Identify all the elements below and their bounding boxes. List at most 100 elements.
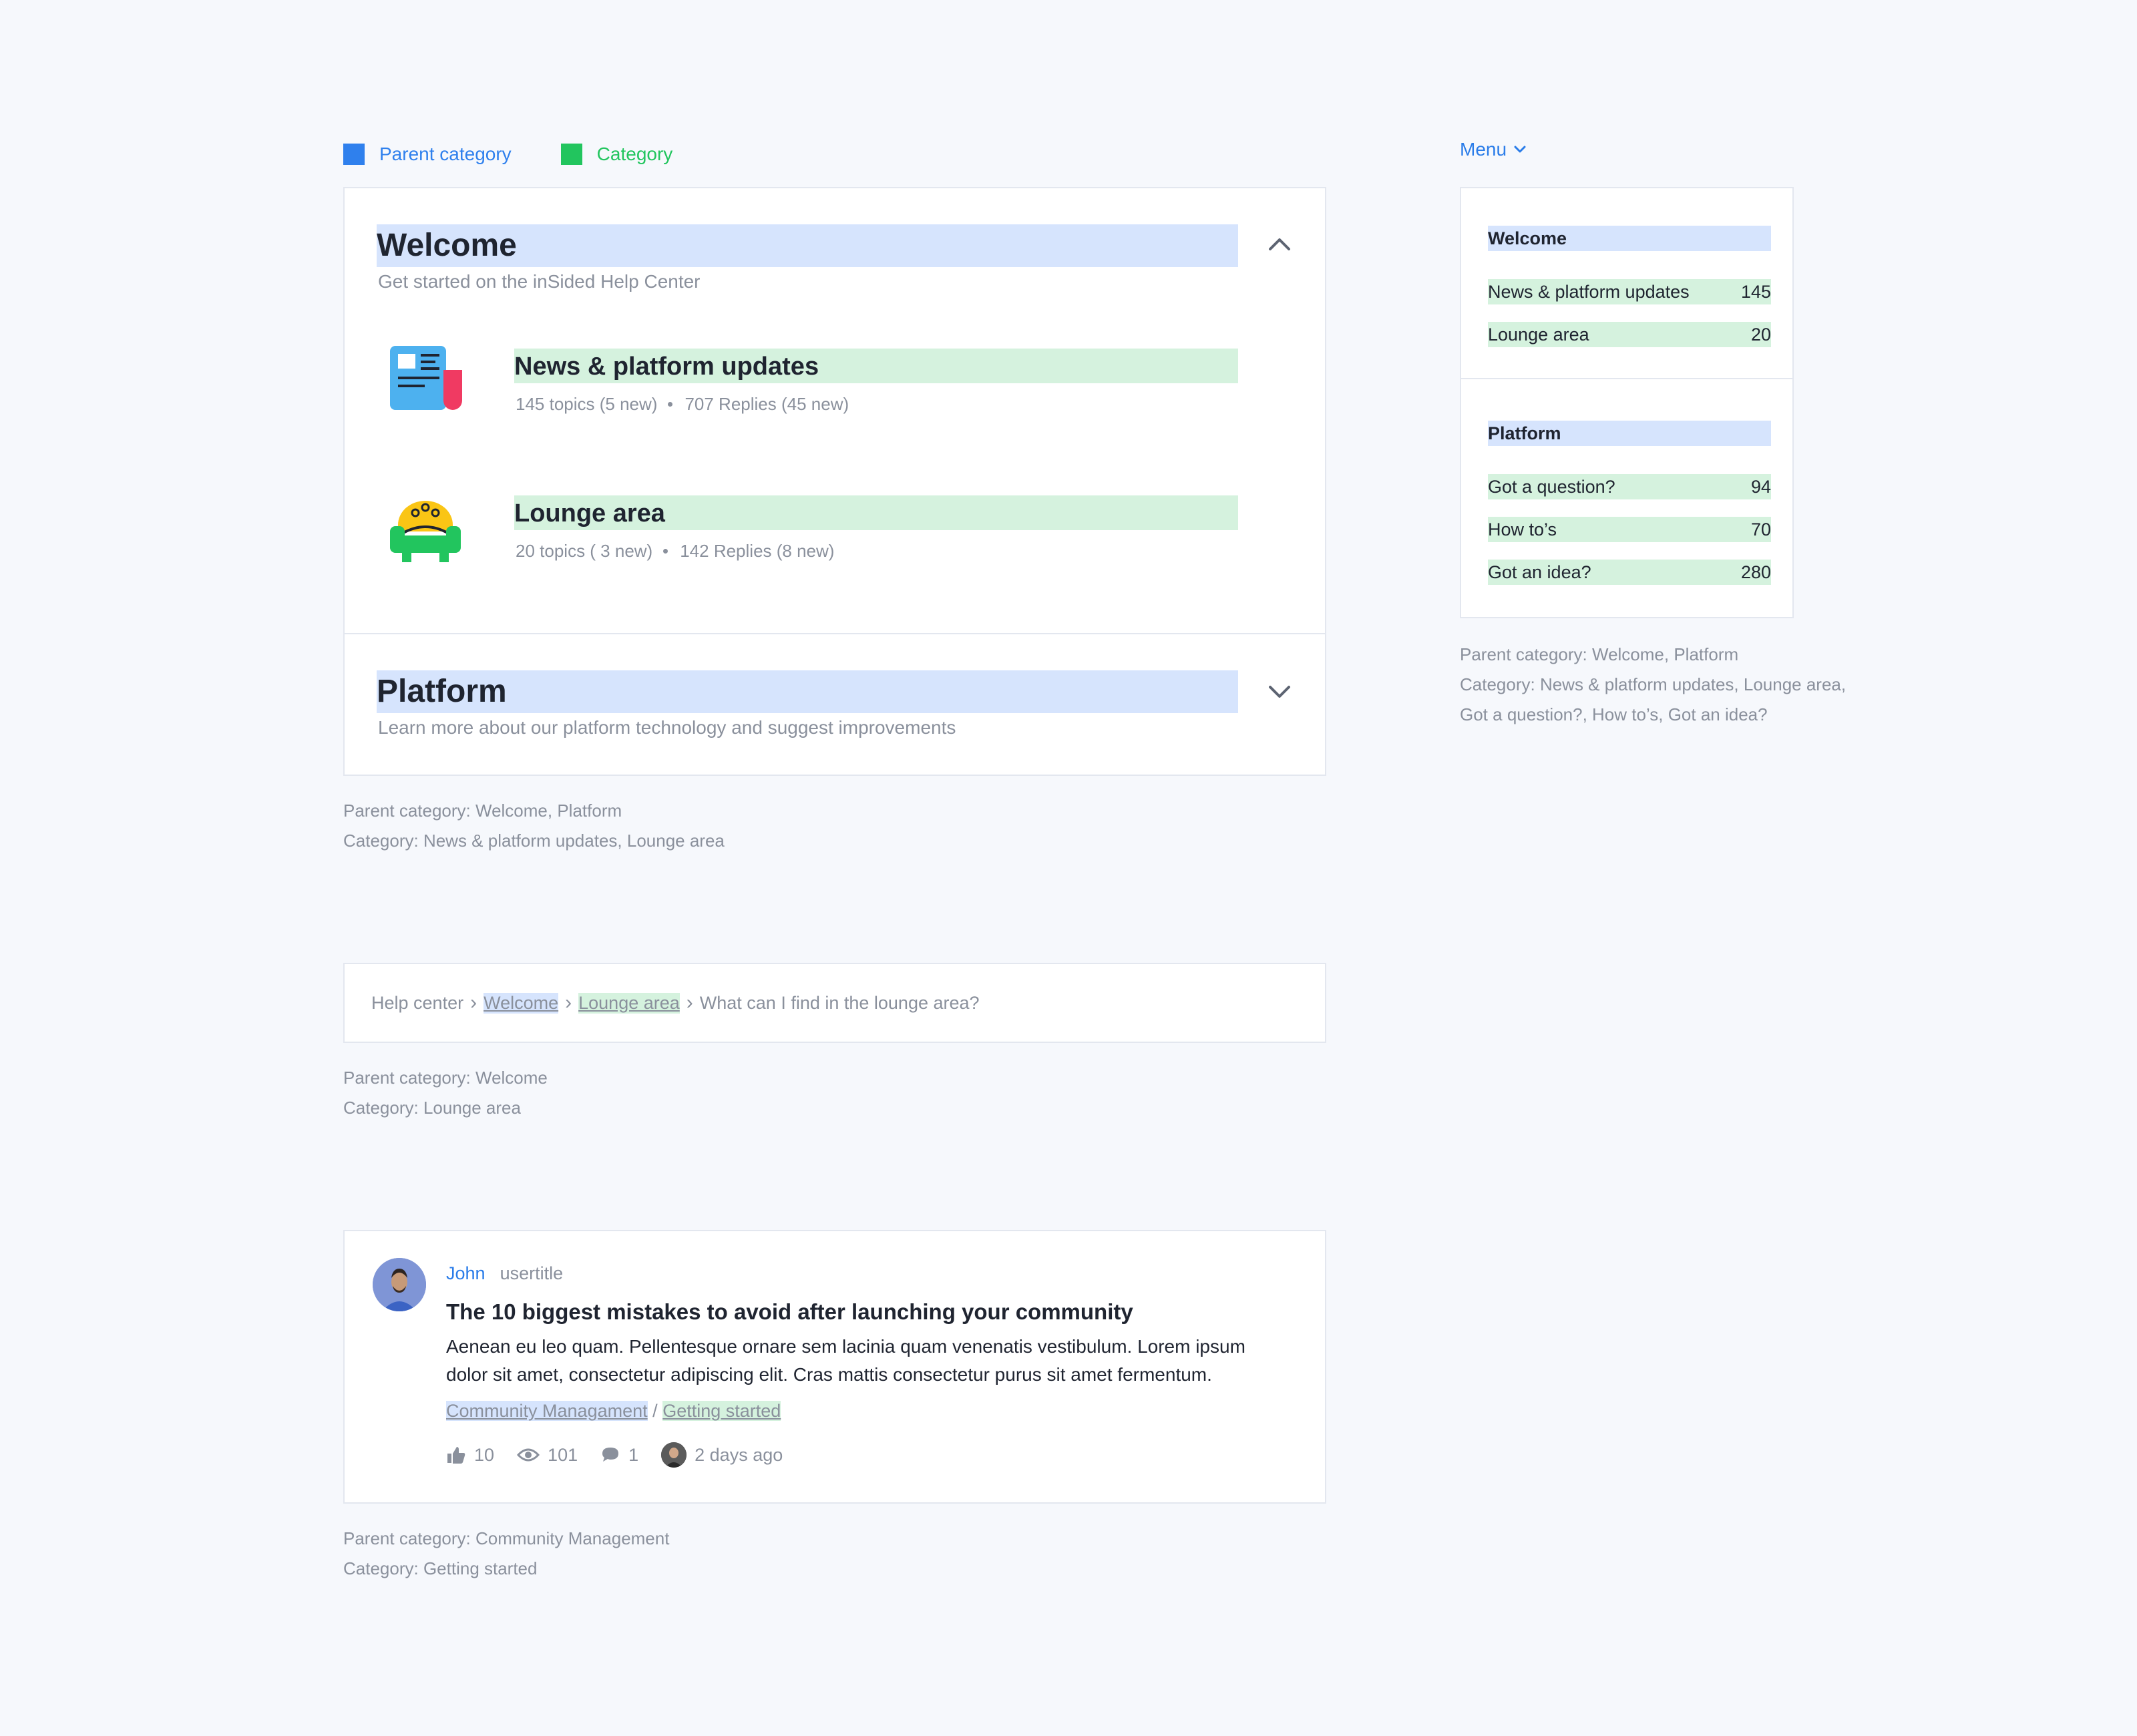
- parent-description-platform: Learn more about our platform technology…: [378, 717, 956, 738]
- parent-category-tag[interactable]: Community Managament: [446, 1401, 648, 1421]
- breadcrumb-notes: Parent category: Welcome Category: Loung…: [343, 1063, 548, 1123]
- category-meta-lounge: 20 topics ( 3 new) 142 Replies (8 new): [516, 541, 834, 562]
- category-meta-news: 145 topics (5 new) 707 Replies (45 new): [516, 394, 849, 415]
- comments-count: 1: [628, 1444, 639, 1465]
- breadcrumb-note-category: Category: Lounge area: [343, 1098, 521, 1118]
- legend-category: Category: [560, 144, 673, 165]
- post-body: Aenean eu leo quam. Pellentesque ornare …: [446, 1336, 1245, 1385]
- category-title-lounge[interactable]: Lounge area: [514, 495, 1238, 530]
- chevron-down-icon: [1514, 146, 1526, 153]
- legend: Parent category Category: [343, 140, 672, 168]
- breadcrumb-help-center[interactable]: Help center: [371, 993, 463, 1014]
- category-row-news[interactable]: News & platform updates 145 topics (5 ne…: [377, 339, 1293, 433]
- menu-item-lounge[interactable]: Lounge area 20: [1488, 322, 1771, 347]
- overview-note-category: Category: News & platform updates, Loung…: [343, 831, 725, 851]
- person-avatar-icon: [373, 1258, 426, 1311]
- chevron-right-icon: ›: [470, 992, 477, 1014]
- last-activity: 2 days ago: [661, 1442, 783, 1468]
- menu-parent-welcome[interactable]: Welcome: [1488, 226, 1771, 251]
- tag-separator: /: [652, 1401, 658, 1421]
- time-ago: 2 days ago: [695, 1444, 783, 1465]
- newspaper-icon: [390, 346, 462, 410]
- chevron-right-icon: ›: [565, 992, 572, 1014]
- menu-label: Menu: [1460, 139, 1507, 160]
- menu-item-count: 145: [1740, 282, 1771, 302]
- menu-parent-platform[interactable]: Platform: [1488, 421, 1771, 446]
- menu-note-parent: Parent category: Welcome, Platform: [1460, 644, 1739, 664]
- menu-item-count: 20: [1750, 324, 1771, 345]
- menu-item-howto[interactable]: How to’s 70: [1488, 517, 1771, 542]
- person-avatar-icon: [661, 1442, 687, 1468]
- post-tags: Community Managament / Getting started: [446, 1401, 781, 1422]
- post-title[interactable]: The 10 biggest mistakes to avoid after l…: [446, 1299, 1133, 1325]
- post-card: John usertitle The 10 biggest mistakes t…: [343, 1230, 1326, 1504]
- post-stats: 10 101 1 2 days ago: [446, 1442, 805, 1468]
- menu-item-label: Lounge area: [1488, 324, 1589, 345]
- parent-title-platform[interactable]: Platform: [377, 670, 1238, 713]
- breadcrumb: Help center › Welcome › Lounge area › Wh…: [371, 964, 980, 1042]
- menu-item-idea[interactable]: Got an idea? 280: [1488, 560, 1771, 585]
- comment-icon: [602, 1448, 619, 1462]
- eye-icon: [517, 1448, 540, 1462]
- menu-section-welcome: Welcome News & platform updates 145 Loun…: [1461, 188, 1792, 379]
- thumbs-up-icon: [447, 1447, 465, 1464]
- menu-item-news[interactable]: News & platform updates 145: [1488, 279, 1771, 304]
- comments-stat[interactable]: 1: [600, 1445, 638, 1466]
- last-reply-avatar[interactable]: [661, 1442, 687, 1468]
- menu-note-category-2: Got a question?, How to’s, Got an idea?: [1460, 704, 1768, 724]
- views-count: 101: [548, 1444, 578, 1465]
- post-note-category: Category: Getting started: [343, 1558, 538, 1578]
- menu-card: Welcome News & platform updates 145 Loun…: [1460, 187, 1794, 618]
- replies-count: 707 Replies (45 new): [685, 394, 849, 414]
- category-title-news[interactable]: News & platform updates: [514, 349, 1238, 383]
- user-title: usertitle: [500, 1263, 564, 1283]
- menu-item-label: Got a question?: [1488, 477, 1615, 497]
- menu-item-count: 280: [1740, 562, 1771, 582]
- avatar[interactable]: [373, 1258, 426, 1311]
- author-name[interactable]: John: [446, 1263, 485, 1284]
- likes-count: 10: [474, 1444, 495, 1465]
- breadcrumb-current-page: What can I find in the lounge area?: [699, 992, 980, 1013]
- parent-category-swatch: [343, 144, 365, 165]
- menu-toggle[interactable]: Menu: [1460, 139, 1527, 160]
- breadcrumb-card: Help center › Welcome › Lounge area › Wh…: [343, 963, 1326, 1043]
- separator-dot: [663, 549, 668, 554]
- category-overview-card: Welcome Get started on the inSided Help …: [343, 187, 1326, 776]
- breadcrumb-welcome[interactable]: Welcome: [483, 992, 559, 1014]
- breadcrumb-note-parent: Parent category: Welcome: [343, 1068, 548, 1088]
- parent-description-welcome: Get started on the inSided Help Center: [378, 271, 701, 292]
- menu-item-count: 70: [1750, 519, 1771, 539]
- parent-title-welcome[interactable]: Welcome: [377, 224, 1238, 267]
- collapse-chevron-up-icon[interactable]: [1266, 231, 1293, 258]
- menu-note-category-1: Category: News & platform updates, Loung…: [1460, 674, 1847, 694]
- menu-item-label: News & platform updates: [1488, 282, 1690, 302]
- likes-stat[interactable]: 10: [446, 1445, 494, 1466]
- replies-count: 142 Replies (8 new): [680, 541, 835, 561]
- menu-item-label: Got an idea?: [1488, 562, 1591, 582]
- post-note-parent: Parent category: Community Management: [343, 1528, 670, 1548]
- category-swatch: [560, 144, 582, 165]
- menu-item-count: 94: [1750, 477, 1771, 497]
- legend-parent-label: Parent category: [379, 144, 512, 164]
- category-row-lounge[interactable]: Lounge area 20 topics ( 3 new) 142 Repli…: [377, 486, 1293, 580]
- legend-category-label: Category: [596, 144, 673, 164]
- chevron-right-icon: ›: [686, 992, 693, 1014]
- menu-item-question[interactable]: Got a question? 94: [1488, 474, 1771, 499]
- menu-section-platform: Platform Got a question? 94 How to’s 70 …: [1461, 379, 1792, 618]
- post-notes: Parent category: Community Management Ca…: [343, 1524, 669, 1584]
- views-stat: 101: [517, 1445, 578, 1466]
- parent-section-platform: Platform Learn more about our platform t…: [345, 634, 1325, 776]
- expand-chevron-down-icon[interactable]: [1266, 678, 1293, 705]
- breadcrumb-lounge-area[interactable]: Lounge area: [578, 992, 680, 1014]
- armchair-icon: [390, 501, 461, 562]
- legend-parent-category: Parent category: [343, 144, 512, 165]
- separator-dot: [668, 402, 673, 407]
- category-tag[interactable]: Getting started: [662, 1401, 781, 1421]
- topics-count: 20 topics ( 3 new): [516, 541, 653, 561]
- author-line: John usertitle: [446, 1263, 563, 1284]
- parent-section-welcome: Welcome Get started on the inSided Help …: [345, 188, 1325, 634]
- topics-count: 145 topics (5 new): [516, 394, 658, 414]
- overview-notes: Parent category: Welcome, Platform Categ…: [343, 796, 725, 856]
- menu-notes: Parent category: Welcome, Platform Categ…: [1460, 640, 1846, 730]
- menu-item-label: How to’s: [1488, 519, 1557, 539]
